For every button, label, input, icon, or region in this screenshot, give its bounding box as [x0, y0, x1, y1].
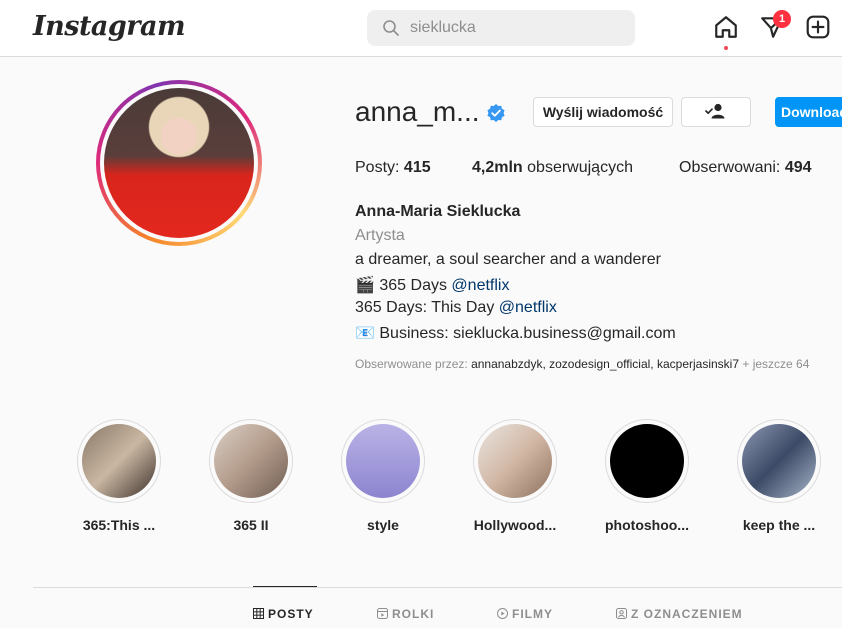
followed-by[interactable]: Obserwowane przez: annanabzdyk, zozodesi… — [355, 357, 809, 371]
story-highlight[interactable]: keep the ... — [719, 419, 839, 533]
highlight-label: photoshoo... — [605, 517, 689, 533]
posts-label: Posty: — [355, 159, 400, 176]
profile-avatar[interactable] — [96, 80, 262, 246]
bio-text: 365 Days: This Day — [355, 299, 495, 316]
tab-videos[interactable]: FILMY — [497, 607, 553, 621]
search-input[interactable] — [410, 10, 620, 46]
highlight-cover — [610, 424, 684, 498]
active-tab-indicator — [253, 586, 317, 587]
bio-line: 🎬 365 Days @netflix — [355, 275, 509, 295]
following-label: Obserwowani: — [679, 159, 781, 176]
tab-tagged[interactable]: Z OZNACZENIEM — [616, 607, 743, 621]
tab-label: Z OZNACZENIEM — [631, 607, 743, 621]
bio-business-email: 📧 Business: sieklucka.business@gmail.com — [355, 325, 676, 342]
bio-category: Artysta — [355, 227, 405, 244]
new-post-icon[interactable] — [805, 14, 831, 40]
tab-posts[interactable]: POSTY — [253, 607, 314, 621]
bio-line: 365 Days: This Day @netflix — [355, 299, 557, 317]
followed-by-prefix: Obserwowane przez: — [355, 357, 468, 371]
bio-line: a dreamer, a soul searcher and a wandere… — [355, 251, 661, 268]
following-value: 494 — [784, 159, 812, 176]
bio-mention-link[interactable]: @netflix — [499, 299, 557, 316]
highlight-label: Hollywood... — [473, 517, 557, 533]
search-box[interactable] — [367, 10, 635, 46]
story-highlight[interactable]: style — [323, 419, 443, 533]
following-toggle-button[interactable] — [681, 97, 751, 127]
avatar-image — [104, 88, 254, 238]
bio-full-name: Anna-Maria Sieklucka — [355, 203, 521, 220]
home-icon[interactable] — [713, 14, 739, 40]
story-highlight[interactable]: 365:This ... — [59, 419, 179, 533]
highlight-label: 365 II — [233, 517, 269, 533]
home-active-dot — [724, 46, 728, 50]
highlight-cover — [346, 424, 420, 498]
person-check-icon — [705, 103, 725, 119]
top-navigation-bar: Instagram 1 — [0, 0, 842, 57]
instagram-logo[interactable]: Instagram — [33, 11, 186, 42]
reels-icon — [377, 608, 388, 619]
story-highlight[interactable]: 365 II — [191, 419, 311, 533]
highlight-ring — [473, 419, 557, 503]
highlight-cover — [742, 424, 816, 498]
highlight-label: 365:This ... — [82, 517, 156, 533]
send-message-button[interactable]: Wyślij wiadomość — [533, 97, 673, 127]
highlight-label: keep the ... — [742, 517, 816, 533]
tab-label: FILMY — [512, 607, 553, 621]
highlight-ring — [341, 419, 425, 503]
highlight-ring — [209, 419, 293, 503]
tabs-divider — [33, 587, 842, 588]
bio-text: 🎬 365 Days — [355, 277, 447, 294]
highlight-cover — [82, 424, 156, 498]
highlight-cover — [214, 424, 288, 498]
download-button[interactable]: Download — [775, 97, 842, 127]
followers-label: obserwujących — [527, 159, 633, 176]
grid-icon — [253, 608, 264, 619]
highlight-ring — [605, 419, 689, 503]
tab-label: ROLKI — [392, 607, 435, 621]
posts-value: 415 — [403, 159, 431, 176]
highlight-ring — [77, 419, 161, 503]
search-icon — [383, 20, 399, 36]
play-circle-icon — [497, 608, 508, 619]
followed-by-names: annanabzdyk, zozodesign_official, kacper… — [471, 357, 740, 371]
bio-mention-link[interactable]: @netflix — [451, 277, 509, 294]
highlight-label: style — [367, 517, 399, 533]
profile-username: anna_m... — [355, 96, 480, 127]
messages-badge: 1 — [773, 10, 791, 28]
highlight-ring — [737, 419, 821, 503]
following-count[interactable]: Obserwowani: 494 — [679, 159, 812, 177]
followed-by-more: + jeszcze 64 — [742, 357, 810, 371]
followers-count[interactable]: 4,2mln obserwujących — [472, 159, 633, 177]
tab-reels[interactable]: ROLKI — [377, 607, 434, 621]
followers-value: 4,2mln — [472, 159, 523, 176]
posts-count: Posty: 415 — [355, 159, 431, 177]
tagged-person-icon — [616, 608, 627, 619]
story-highlight[interactable]: Hollywood... — [455, 419, 575, 533]
highlight-cover — [478, 424, 552, 498]
story-highlight[interactable]: photoshoo... — [587, 419, 707, 533]
tab-label: POSTY — [268, 607, 314, 621]
verified-badge-icon — [487, 104, 505, 122]
